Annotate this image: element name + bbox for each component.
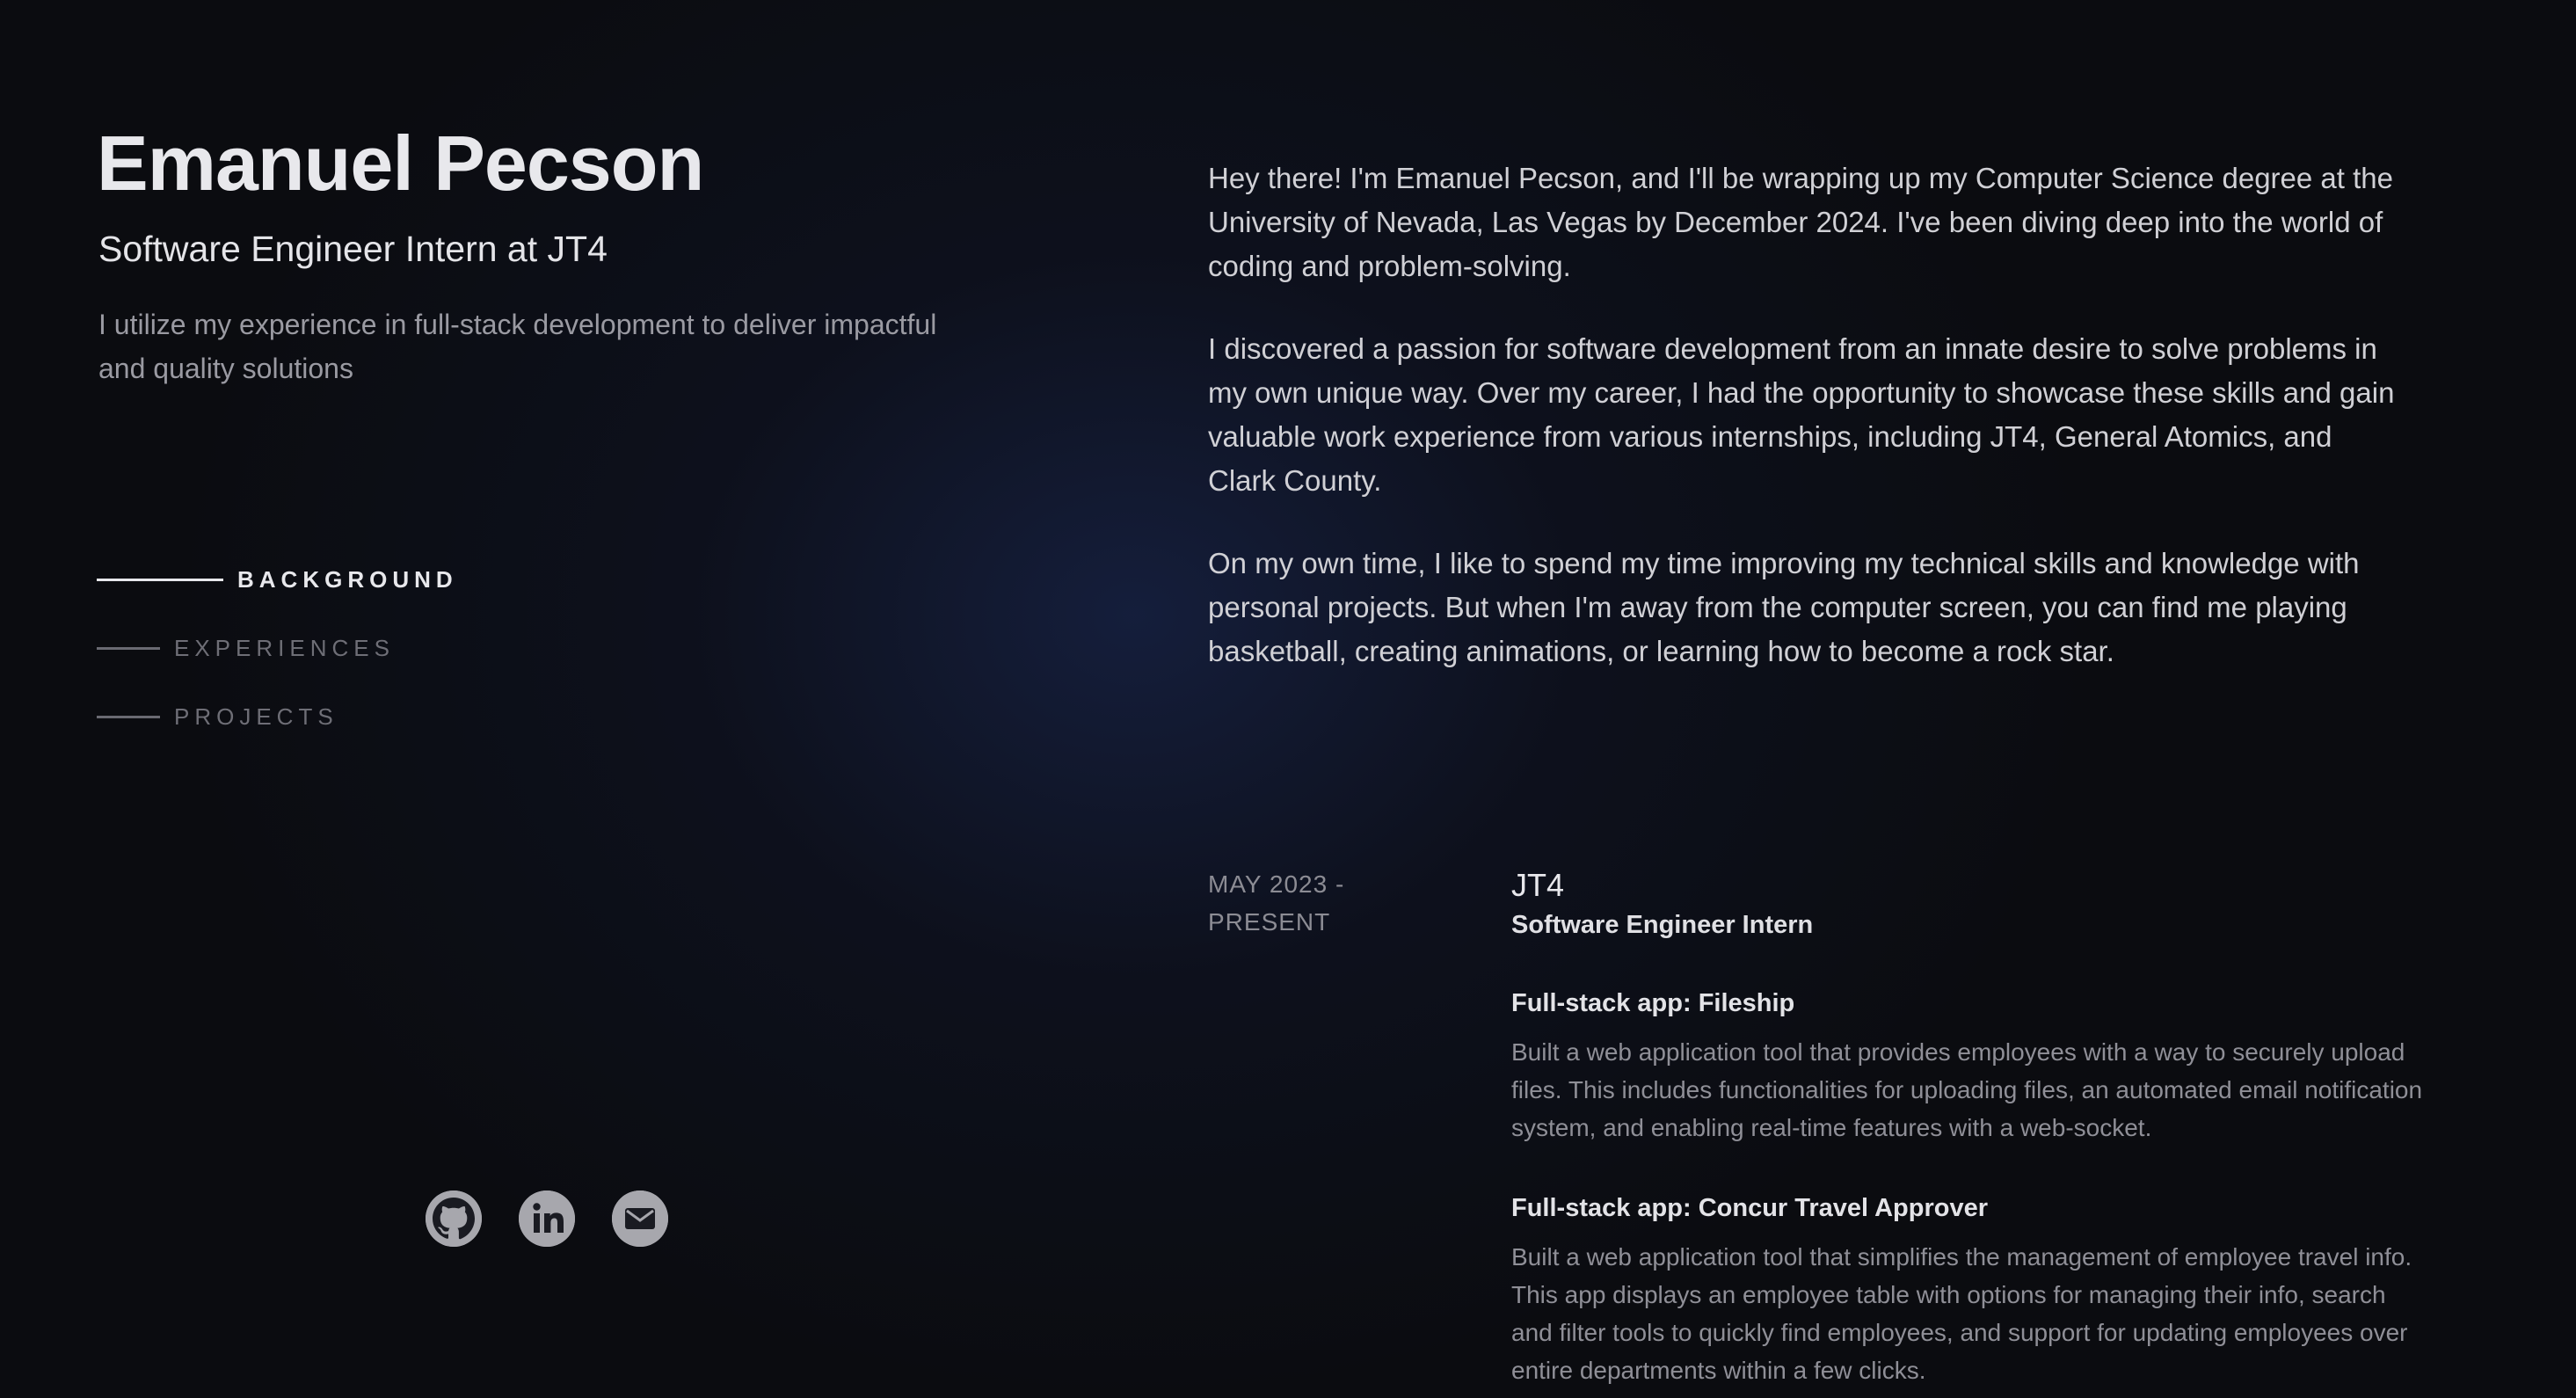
project-title: Full-stack app: Concur Travel Approver	[1511, 1194, 1988, 1222]
job-title: Software Engineer Intern at JT4	[98, 229, 608, 269]
nav-indicator-line	[97, 578, 223, 581]
left-column: Emanuel Pecson Software Engineer Intern …	[97, 0, 993, 1398]
page-title: Emanuel Pecson	[97, 120, 704, 207]
project-description: Built a web application tool that simpli…	[1511, 1243, 2412, 1384]
nav-item-background[interactable]: BACKGROUND	[97, 545, 458, 614]
nav-item-projects[interactable]: PROJECTS	[97, 682, 458, 751]
tagline: I utilize my experience in full-stack de…	[98, 309, 937, 384]
nav-item-label: EXPERIENCES	[174, 634, 395, 661]
project-description: Built a web application tool that provid…	[1511, 1038, 2423, 1141]
nav-indicator-line	[97, 646, 160, 650]
mail-icon	[612, 1190, 668, 1247]
github-icon	[426, 1190, 482, 1247]
github-link[interactable]	[426, 1190, 482, 1247]
project-item: Full-stack app: Concur Travel Approver B…	[1511, 1190, 2426, 1389]
experience-date: MAY 2023 - PRESENT	[1208, 870, 1345, 936]
section-nav: BACKGROUND EXPERIENCES PROJECTS	[97, 545, 458, 751]
company-name: JT4	[1511, 867, 1565, 903]
about-section: Hey there! I'm Emanuel Pecson, and I'll …	[1208, 157, 2404, 674]
nav-item-label: PROJECTS	[174, 703, 338, 730]
about-paragraph: On my own time, I like to spend my time …	[1208, 547, 2360, 667]
about-paragraph: I discovered a passion for software deve…	[1208, 332, 2395, 497]
nav-item-experiences[interactable]: EXPERIENCES	[97, 614, 458, 682]
linkedin-icon	[519, 1190, 575, 1247]
nav-item-label: BACKGROUND	[237, 565, 458, 593]
email-link[interactable]	[612, 1190, 668, 1247]
social-links	[426, 1190, 668, 1247]
project-title: Full-stack app: Fileship	[1511, 989, 1795, 1017]
position-title: Software Engineer Intern	[1511, 911, 1814, 939]
linkedin-link[interactable]	[519, 1190, 575, 1247]
project-item: Full-stack app: Fileship Built a web app…	[1511, 986, 2426, 1147]
right-column: Hey there! I'm Emanuel Pecson, and I'll …	[1208, 157, 2422, 1384]
nav-indicator-line	[97, 715, 160, 718]
experience-body: JT4 Software Engineer Intern Full-stack …	[1511, 865, 2426, 1389]
about-paragraph: Hey there! I'm Emanuel Pecson, and I'll …	[1208, 162, 2393, 282]
